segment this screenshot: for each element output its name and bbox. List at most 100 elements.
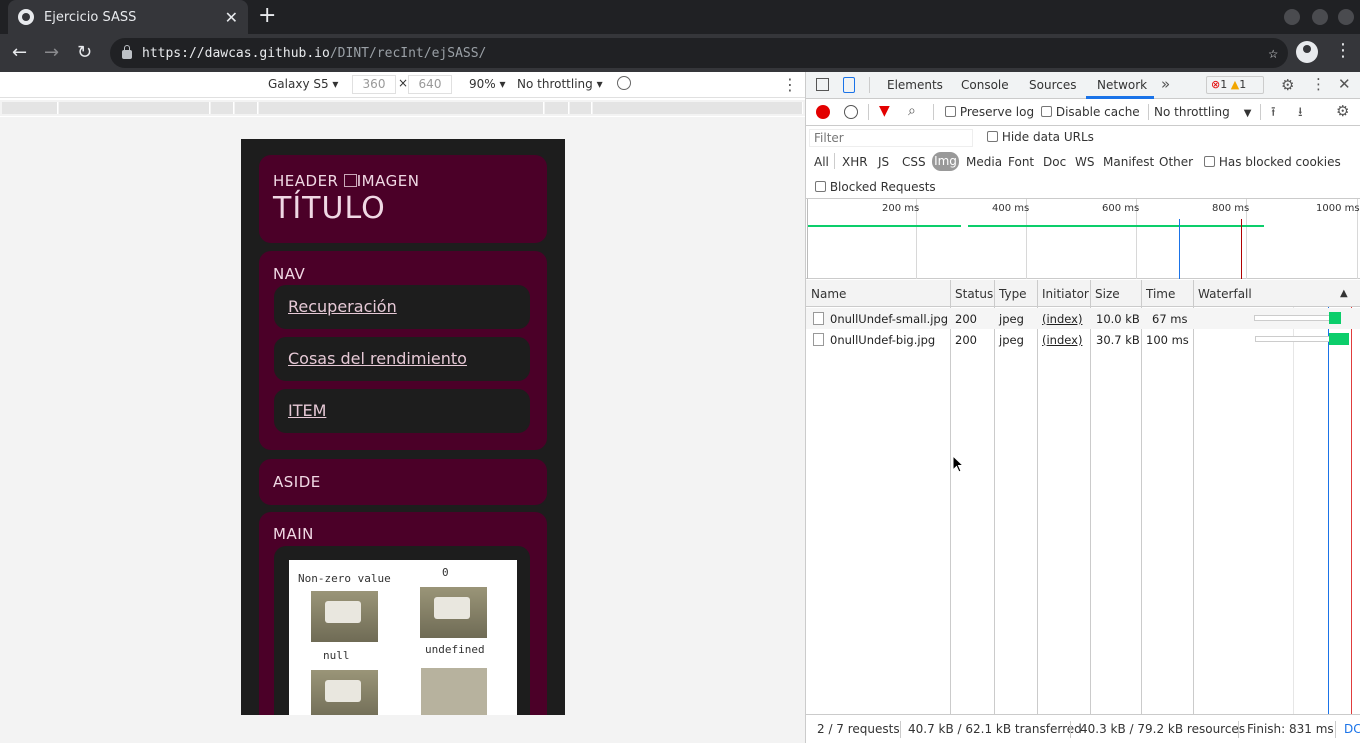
broken-image-icon xyxy=(343,174,357,187)
aside-label: ASIDE xyxy=(273,473,321,491)
media-query-ruler[interactable] xyxy=(0,100,805,116)
rotate-icon[interactable] xyxy=(617,76,631,90)
export-har-icon[interactable]: ⭳ xyxy=(1298,103,1303,125)
disable-cache-checkbox[interactable]: Disable cache xyxy=(1041,105,1140,119)
type-css[interactable]: CSS xyxy=(902,155,926,169)
type-ws[interactable]: WS xyxy=(1075,155,1094,169)
col-size[interactable]: Size xyxy=(1095,287,1120,301)
sort-arrow-icon[interactable]: ▲ xyxy=(1340,288,1348,299)
import-har-icon[interactable]: ⭱ xyxy=(1271,103,1276,125)
caption-undefined: undefined xyxy=(425,643,485,656)
nav-link-item[interactable]: ITEM xyxy=(288,401,326,420)
filter-input[interactable]: Filter xyxy=(809,129,973,147)
star-icon[interactable]: ☆ xyxy=(1268,43,1278,62)
close-window-button[interactable] xyxy=(1338,9,1354,25)
type-manifest[interactable]: Manifest xyxy=(1103,155,1154,169)
dimension-times: × xyxy=(398,76,409,90)
minimize-button[interactable] xyxy=(1284,9,1300,25)
type-xhr[interactable]: XHR xyxy=(842,155,868,169)
preserve-log-checkbox[interactable]: Preserve log xyxy=(945,105,1034,119)
hide-data-urls-box[interactable] xyxy=(987,131,998,142)
type-doc[interactable]: Doc xyxy=(1043,155,1066,169)
table-header: Name Status Type Initiator Size Time Wat… xyxy=(806,280,1360,307)
clear-icon[interactable] xyxy=(844,105,858,119)
has-blocked-cookies-checkbox[interactable]: Has blocked cookies xyxy=(1204,155,1341,169)
header-text: HEADER xyxy=(273,172,339,190)
col-status[interactable]: Status xyxy=(955,287,993,301)
throttling-label: No throttling xyxy=(1154,105,1230,119)
disable-cache-box[interactable] xyxy=(1041,106,1052,117)
more-tabs-icon[interactable]: » xyxy=(1161,75,1170,93)
settings-gear-icon[interactable]: ⚙ xyxy=(1281,76,1294,94)
zoom-select[interactable]: 90% ▾ xyxy=(469,77,506,91)
browser-tab[interactable]: Ejercicio SASS ✕ xyxy=(8,0,248,34)
device-menu-icon[interactable]: ⋮ xyxy=(782,75,798,94)
image-file-icon xyxy=(813,333,824,346)
throttling-select[interactable]: No throttling ▾ xyxy=(517,77,603,91)
blocked-requests-box[interactable] xyxy=(815,181,826,192)
device-toolbar: Galaxy S5 ▾ 360 × 640 90% ▾ No throttlin… xyxy=(0,72,805,98)
image-panel: Non-zero value 0 null undefined xyxy=(289,560,517,715)
profile-avatar-icon[interactable] xyxy=(1296,41,1318,63)
network-settings-icon[interactable]: ⚙ xyxy=(1336,102,1349,120)
col-waterfall[interactable]: Waterfall xyxy=(1198,287,1252,301)
nav-link-cosas[interactable]: Cosas del rendimiento xyxy=(288,349,467,368)
tab-sources[interactable]: Sources xyxy=(1029,78,1076,92)
filter-icon[interactable]: ▼ xyxy=(879,103,890,119)
type-other[interactable]: Other xyxy=(1159,155,1193,169)
hide-data-urls-checkbox[interactable]: Hide data URLs xyxy=(987,130,1094,144)
blocked-requests-checkbox[interactable]: Blocked Requests xyxy=(815,180,936,194)
hide-data-urls-label: Hide data URLs xyxy=(1001,130,1094,144)
timeline-overview[interactable]: 200 ms 400 ms 600 ms 800 ms 1000 ms xyxy=(806,199,1360,279)
maximize-button[interactable] xyxy=(1312,9,1328,25)
network-throttling-select[interactable]: No throttling ▼ xyxy=(1154,105,1251,119)
new-tab-button[interactable]: + xyxy=(258,5,276,27)
issues-counter[interactable]: ⊗1 ▲1 xyxy=(1206,76,1264,94)
nav-item-item: ITEM xyxy=(274,389,530,433)
status-dcl: DC xyxy=(1344,722,1360,736)
type-js[interactable]: JS xyxy=(878,155,889,169)
nav-item-recuperacion: Recuperación xyxy=(274,285,530,329)
has-blocked-cookies-label: Has blocked cookies xyxy=(1218,155,1341,169)
url-path: /DINT/recInt/ejSASS/ xyxy=(329,45,487,61)
forward-icon[interactable]: → xyxy=(44,42,59,64)
warning-icon: ▲ xyxy=(1230,78,1240,91)
type-filter-row: All XHR JS CSS Img Media Font Doc WS Man… xyxy=(806,150,1360,174)
nav-link-recuperacion[interactable]: Recuperación xyxy=(288,297,397,316)
type-img[interactable]: Img xyxy=(932,152,959,171)
waterfall-queue xyxy=(1254,315,1330,321)
col-type[interactable]: Type xyxy=(999,287,1027,301)
waterfall-bar xyxy=(1329,312,1341,324)
record-icon[interactable] xyxy=(816,105,830,119)
device-select[interactable]: Galaxy S5 ▾ xyxy=(268,77,338,91)
browser-menu-icon[interactable]: ⋮ xyxy=(1334,40,1352,61)
tab-network[interactable]: Network xyxy=(1097,78,1147,92)
back-icon[interactable]: ← xyxy=(12,42,27,64)
row-initiator[interactable]: (index) xyxy=(1042,333,1082,347)
row-initiator[interactable]: (index) xyxy=(1042,312,1082,326)
search-icon[interactable]: ⌕ xyxy=(908,103,916,119)
tab-elements[interactable]: Elements xyxy=(887,78,943,92)
request-table: Name Status Type Initiator Size Time Wat… xyxy=(806,280,1360,741)
main-label: MAIN xyxy=(273,525,314,543)
tab-console[interactable]: Console xyxy=(961,78,1009,92)
type-all[interactable]: All xyxy=(814,155,829,169)
address-bar[interactable]: https://dawcas.github.io/DINT/recInt/ejS… xyxy=(110,38,1288,68)
col-initiator[interactable]: Initiator xyxy=(1042,287,1089,301)
inspect-element-icon[interactable] xyxy=(816,78,829,91)
toilet-paper-image xyxy=(420,587,487,638)
width-input[interactable]: 360 xyxy=(352,75,396,94)
devtools-menu-icon[interactable]: ⋮ xyxy=(1311,75,1326,93)
type-font[interactable]: Font xyxy=(1008,155,1034,169)
height-input[interactable]: 640 xyxy=(408,75,452,94)
close-tab-icon[interactable]: ✕ xyxy=(225,8,238,27)
close-devtools-icon[interactable]: ✕ xyxy=(1338,75,1351,93)
device-toggle-icon[interactable] xyxy=(843,77,855,93)
type-media[interactable]: Media xyxy=(966,155,1002,169)
has-blocked-cookies-box[interactable] xyxy=(1204,156,1215,167)
col-name[interactable]: Name xyxy=(811,287,846,301)
tick-600ms: 600 ms xyxy=(1102,203,1140,214)
preserve-log-box[interactable] xyxy=(945,106,956,117)
reload-icon[interactable]: ↻ xyxy=(77,42,92,64)
col-time[interactable]: Time xyxy=(1146,287,1175,301)
